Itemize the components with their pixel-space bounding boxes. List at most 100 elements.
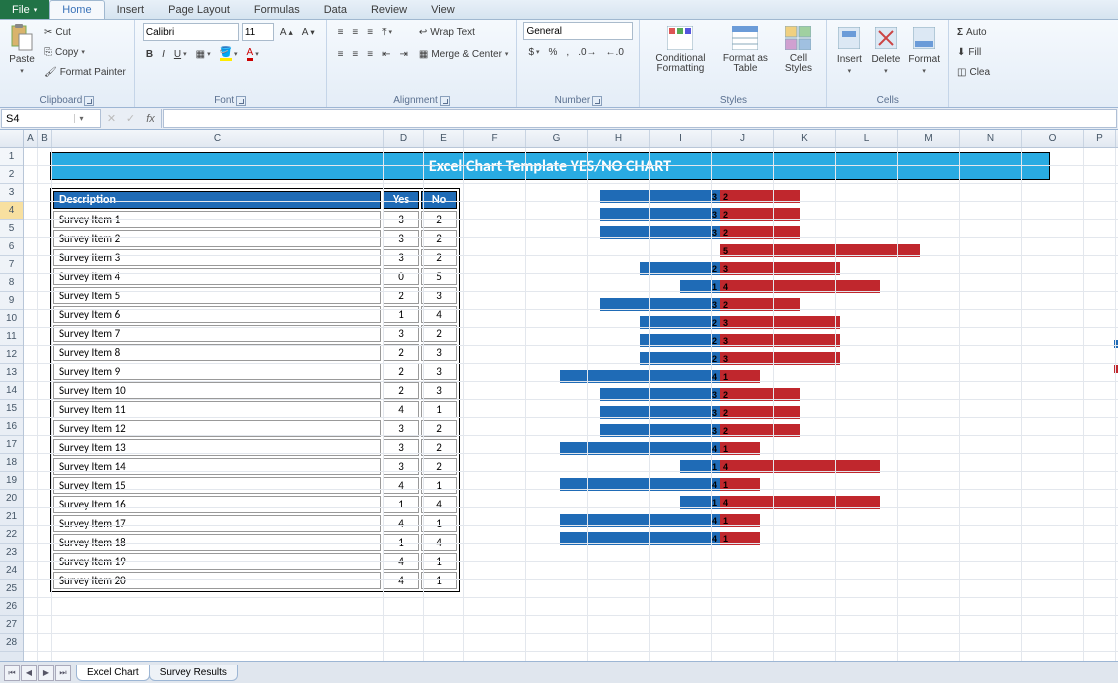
row-header-26[interactable]: 26 — [0, 598, 23, 616]
increase-decimal-button[interactable]: .0→ — [575, 43, 599, 61]
cut-button[interactable]: ✂Cut — [42, 22, 128, 42]
delete-cells-button[interactable]: Delete▾ — [869, 22, 902, 77]
dialog-launcher-icon[interactable] — [592, 96, 602, 106]
tab-view[interactable]: View — [419, 0, 467, 19]
row-header-11[interactable]: 11 — [0, 328, 23, 346]
row-header-27[interactable]: 27 — [0, 616, 23, 634]
row-header-15[interactable]: 15 — [0, 400, 23, 418]
row-header-19[interactable]: 19 — [0, 472, 23, 490]
row-header-25[interactable]: 25 — [0, 580, 23, 598]
align-left-button[interactable]: ≡ — [335, 45, 347, 63]
row-header-2[interactable]: 2 — [0, 166, 23, 184]
next-sheet-button[interactable]: ▶ — [38, 665, 54, 681]
fill-button[interactable]: ⬇ Fill — [955, 42, 983, 62]
italic-button[interactable]: I — [159, 45, 168, 63]
row-header-9[interactable]: 9 — [0, 292, 23, 310]
format-painter-button[interactable]: 🖌Format Painter — [42, 62, 128, 82]
col-header-J[interactable]: J — [712, 130, 774, 147]
tab-home[interactable]: Home — [49, 0, 104, 19]
row-header-7[interactable]: 7 — [0, 256, 23, 274]
comma-button[interactable]: , — [563, 43, 572, 61]
col-header-A[interactable]: A — [24, 130, 38, 147]
col-header-K[interactable]: K — [774, 130, 836, 147]
row-header-17[interactable]: 17 — [0, 436, 23, 454]
orientation-button[interactable]: ⤒▾ — [379, 23, 395, 41]
fx-icon[interactable]: fx — [140, 109, 162, 128]
row-header-1[interactable]: 1 — [0, 148, 23, 166]
percent-button[interactable]: % — [546, 43, 561, 61]
font-name-select[interactable] — [143, 23, 239, 41]
align-top-button[interactable]: ≡ — [335, 23, 347, 41]
col-header-M[interactable]: M — [898, 130, 960, 147]
format-as-table-button[interactable]: Format as Table — [718, 22, 772, 76]
name-box[interactable]: ▾ — [1, 109, 101, 128]
decrease-indent-button[interactable]: ⇤ — [379, 45, 393, 63]
currency-button[interactable]: $▾ — [525, 43, 542, 61]
col-header-C[interactable]: C — [52, 130, 384, 147]
copy-button[interactable]: ⎘Copy▾ — [42, 42, 128, 62]
sheet-tab-survey-results[interactable]: Survey Results — [149, 665, 238, 681]
tab-formulas[interactable]: Formulas — [242, 0, 312, 19]
col-header-B[interactable]: B — [38, 130, 52, 147]
cells-area[interactable]: Excel Chart Template YES/NO CHART Descri… — [24, 148, 1118, 661]
first-sheet-button[interactable]: ⏮ — [4, 665, 20, 681]
row-header-21[interactable]: 21 — [0, 508, 23, 526]
increase-indent-button[interactable]: ⇥ — [396, 45, 410, 63]
row-header-5[interactable]: 5 — [0, 220, 23, 238]
row-header-28[interactable]: 28 — [0, 634, 23, 652]
row-header-6[interactable]: 6 — [0, 238, 23, 256]
tab-page-layout[interactable]: Page Layout — [156, 0, 242, 19]
fill-color-button[interactable]: 🪣▾ — [217, 45, 241, 63]
row-header-4[interactable]: 4 — [0, 202, 23, 220]
name-box-input[interactable] — [2, 113, 74, 125]
bold-button[interactable]: B — [143, 45, 156, 63]
conditional-formatting-button[interactable]: Conditional Formatting — [646, 22, 714, 76]
align-center-button[interactable]: ≡ — [349, 45, 361, 63]
font-size-select[interactable] — [242, 23, 274, 41]
prev-sheet-button[interactable]: ◀ — [21, 665, 37, 681]
row-header-23[interactable]: 23 — [0, 544, 23, 562]
col-header-H[interactable]: H — [588, 130, 650, 147]
merge-center-button[interactable]: ▦Merge & Center▾ — [417, 44, 511, 64]
row-header-10[interactable]: 10 — [0, 310, 23, 328]
col-header-F[interactable]: F — [464, 130, 526, 147]
row-header-18[interactable]: 18 — [0, 454, 23, 472]
spreadsheet-grid[interactable]: ABCDEFGHIJKLMNOP 12345678910111213141516… — [0, 130, 1118, 661]
select-all-corner[interactable] — [0, 130, 24, 147]
tab-review[interactable]: Review — [359, 0, 419, 19]
row-header-16[interactable]: 16 — [0, 418, 23, 436]
insert-cells-button[interactable]: Insert▾ — [833, 22, 865, 77]
row-header-12[interactable]: 12 — [0, 346, 23, 364]
dialog-launcher-icon[interactable] — [236, 96, 246, 106]
dialog-launcher-icon[interactable] — [440, 96, 450, 106]
row-header-3[interactable]: 3 — [0, 184, 23, 202]
file-tab[interactable]: File▾ — [0, 0, 49, 19]
formula-input[interactable] — [163, 109, 1117, 128]
cell-styles-button[interactable]: Cell Styles — [776, 22, 820, 76]
col-header-D[interactable]: D — [384, 130, 424, 147]
last-sheet-button[interactable]: ⏭ — [55, 665, 71, 681]
paste-button[interactable]: Paste▾ — [6, 22, 38, 77]
col-header-G[interactable]: G — [526, 130, 588, 147]
col-header-N[interactable]: N — [960, 130, 1022, 147]
align-right-button[interactable]: ≡ — [364, 45, 376, 63]
dialog-launcher-icon[interactable] — [84, 96, 94, 106]
number-format-select[interactable] — [523, 22, 633, 40]
row-header-22[interactable]: 22 — [0, 526, 23, 544]
border-button[interactable]: ▦▾ — [193, 45, 214, 63]
tab-data[interactable]: Data — [312, 0, 359, 19]
chevron-down-icon[interactable]: ▾ — [74, 114, 88, 123]
row-header-20[interactable]: 20 — [0, 490, 23, 508]
col-header-O[interactable]: O — [1022, 130, 1084, 147]
decrease-decimal-button[interactable]: ←.0 — [603, 43, 627, 61]
row-header-8[interactable]: 8 — [0, 274, 23, 292]
underline-button[interactable]: U▾ — [171, 45, 190, 63]
format-cells-button[interactable]: Format▾ — [906, 22, 942, 77]
row-header-14[interactable]: 14 — [0, 382, 23, 400]
clear-button[interactable]: ◫ Clea — [955, 62, 992, 82]
align-bottom-button[interactable]: ≡ — [364, 23, 376, 41]
tab-insert[interactable]: Insert — [105, 0, 157, 19]
col-header-E[interactable]: E — [424, 130, 464, 147]
row-header-24[interactable]: 24 — [0, 562, 23, 580]
row-header-13[interactable]: 13 — [0, 364, 23, 382]
